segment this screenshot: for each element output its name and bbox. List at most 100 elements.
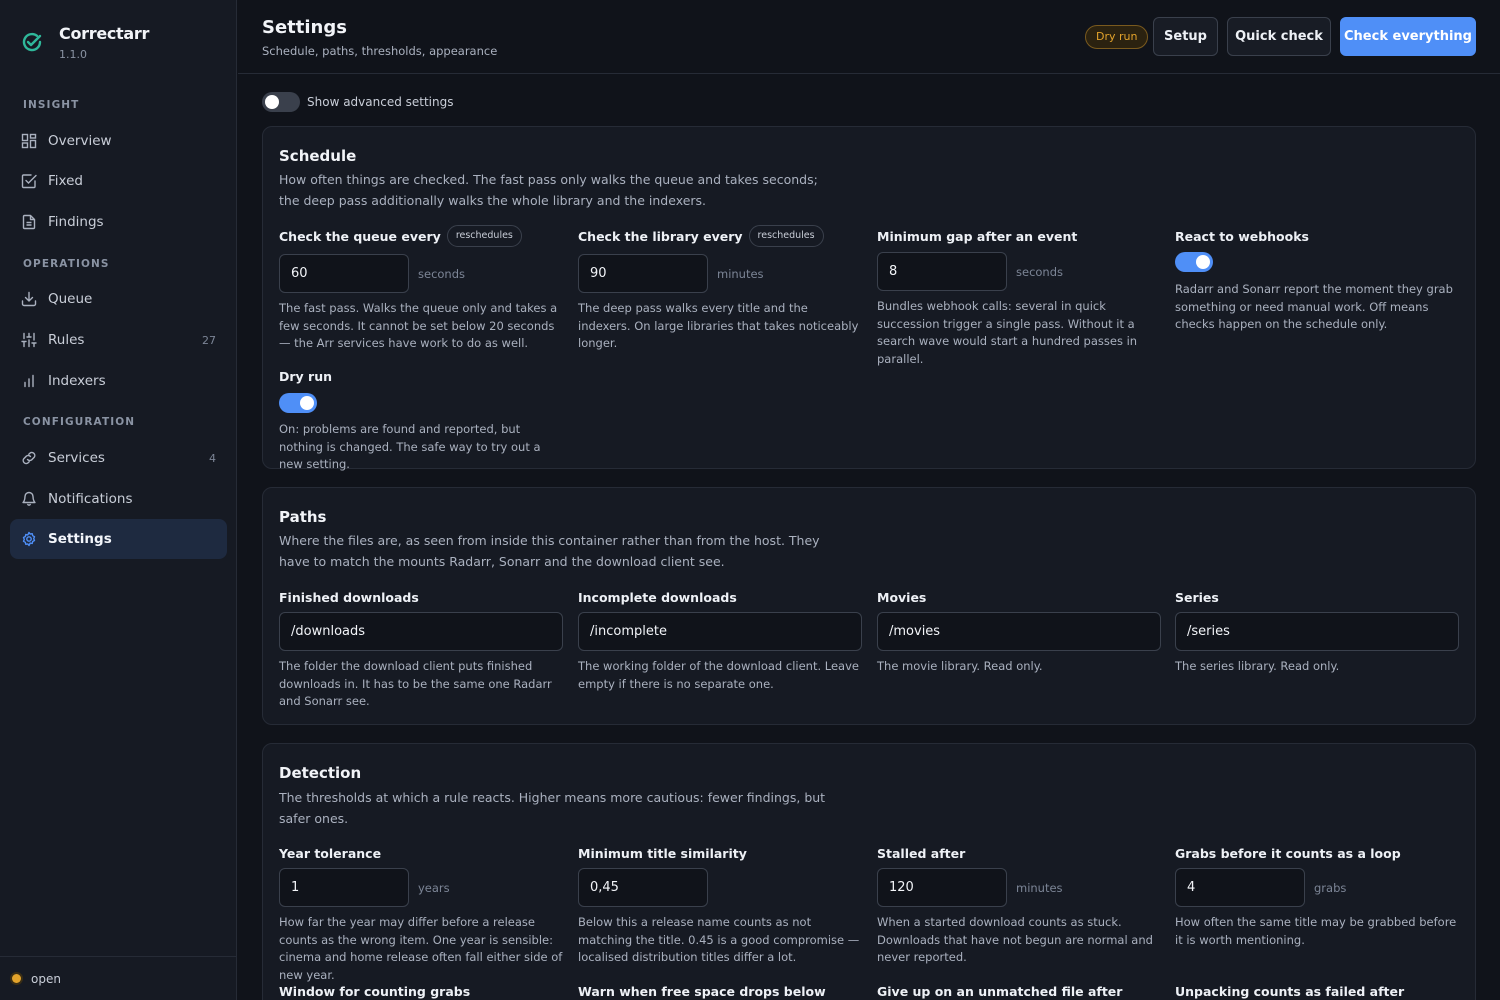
advanced-settings-toggle-row[interactable]: Show advanced settings [262,92,454,112]
queue-interval-help: The fast pass. Walks the queue only and … [279,301,558,350]
bell-icon [22,491,36,506]
sidebar-item-services[interactable]: Services 4 [10,438,227,478]
sidebar-item-label: Settings [48,531,112,547]
library-interval-help: The deep pass walks every title and the … [578,301,859,350]
sidebar-item-fixed[interactable]: Fixed [10,161,227,201]
movies-path-label: Movies [877,589,927,605]
paths-title: Paths [279,508,327,526]
sidebar-item-queue[interactable]: Queue [10,279,227,319]
incomplete-downloads-input[interactable]: /incomplete [578,612,862,651]
free-space-field: Warn when free space drops below [578,980,863,1000]
detection-description: The thresholds at which a rule reacts. H… [279,790,826,826]
setup-button[interactable]: Setup [1153,17,1218,56]
webhooks-toggle[interactable] [1175,252,1213,272]
nav-section-configuration: CONFIGURATION [23,416,136,428]
finished-downloads-label: Finished downloads [279,589,419,605]
grab-window-field: Window for counting grabs [279,980,564,1000]
sidebar-item-label: Overview [48,133,112,149]
sidebar-item-label: Findings [48,214,104,230]
stalled-after-unit: minutes [1016,880,1063,895]
grabs-loop-input[interactable]: 4 [1175,868,1305,907]
gear-icon [22,531,36,547]
min-gap-help: Bundles webhook calls: several in quick … [877,299,1138,366]
sidebar-item-overview[interactable]: Overview [10,121,227,161]
movies-path-field: Movies /movies The movie library. Read o… [877,586,1162,676]
schedule-description: How often things are checked. The fast p… [279,172,818,208]
grabs-loop-field: Grabs before it counts as a loop 4 grabs … [1175,842,1460,949]
grid-icon [21,133,37,149]
library-interval-label: Check the library every [578,228,743,244]
queue-interval-input[interactable]: 60 [279,254,409,293]
link-icon [22,451,36,465]
free-space-label: Warn when free space drops below [578,983,826,999]
stalled-after-help: When a started download counts as stuck.… [877,915,1153,964]
min-gap-label: Minimum gap after an event [877,228,1078,244]
sidebar-item-indexers[interactable]: Indexers [10,361,227,401]
movies-path-help: The movie library. Read only. [877,659,1043,673]
quick-check-button[interactable]: Quick check [1227,17,1331,56]
incomplete-downloads-help: The working folder of the download clien… [578,659,859,691]
min-gap-input[interactable]: 8 [877,252,1007,291]
sidebar-item-label: Fixed [48,173,83,189]
unpacking-failed-label: Unpacking counts as failed after [1175,983,1405,999]
library-interval-input[interactable]: 90 [578,254,708,293]
sidebar-item-rules[interactable]: Rules 27 [10,320,227,360]
sidebar-item-label: Indexers [48,373,106,389]
sidebar-item-settings[interactable]: Settings [10,519,227,559]
document-icon [22,214,36,230]
year-tolerance-field: Year tolerance 1 years How far the year m… [279,842,564,984]
dry-run-badge: Dry run [1085,25,1149,49]
sidebar-item-label: Rules [48,332,85,348]
sidebar: Correctarr 1.1.0 INSIGHT Overview Fixed … [0,0,237,1000]
series-path-field: Series /series The series library. Read … [1175,586,1460,676]
page-header: Settings Schedule, paths, thresholds, ap… [238,0,1500,74]
nav-section-operations: OPERATIONS [23,258,110,270]
movies-path-input[interactable]: /movies [877,612,1161,651]
queue-interval-unit: seconds [418,266,466,281]
sidebar-item-findings[interactable]: Findings [10,202,227,242]
services-count: 4 [209,451,216,465]
brand[interactable]: Correctarr 1.1.0 [20,24,149,61]
dry-run-help: On: problems are found and reported, but… [279,422,541,471]
queue-interval-field: Check the queue every reschedules 60 secon… [279,225,564,353]
check-everything-button[interactable]: Check everything [1340,17,1476,56]
webhooks-field: React to webhooks Radarr and Sonarr repo… [1175,225,1460,334]
grabs-loop-label: Grabs before it counts as a loop [1175,845,1401,861]
year-tolerance-unit: years [418,880,450,895]
title-similarity-input[interactable]: 0,45 [578,868,708,907]
webhooks-help: Radarr and Sonarr report the moment they… [1175,282,1453,331]
series-path-help: The series library. Read only. [1175,659,1340,673]
detection-title: Detection [279,764,362,782]
dry-run-field: Dry run On: problems are found and repor… [279,365,564,474]
reschedules-tag: reschedules [446,225,522,247]
library-interval-unit: minutes [717,266,764,281]
min-gap-field: Minimum gap after an event 8 seconds Bund… [877,225,1162,368]
schedule-title: Schedule [279,147,357,165]
sidebar-item-label: Queue [48,291,93,307]
status-dot [12,974,21,983]
finished-downloads-input[interactable]: /downloads [279,612,563,651]
min-gap-unit: seconds [1016,264,1064,279]
dry-run-toggle[interactable] [279,393,317,413]
year-tolerance-help: How far the year may differ before a rel… [279,915,563,982]
year-tolerance-input[interactable]: 1 [279,868,409,907]
webhooks-label: React to webhooks [1175,228,1309,244]
stalled-after-label: Stalled after [877,845,966,861]
title-similarity-field: Minimum title similarity 0,45 Below this… [578,842,863,967]
page-title: Settings [262,17,347,38]
finished-downloads-field: Finished downloads /downloads The folder… [279,586,564,711]
app-name: Correctarr [59,24,150,43]
stalled-after-input[interactable]: 120 [877,868,1007,907]
incomplete-downloads-field: Incomplete downloads /incomplete The wor… [578,586,863,693]
unmatched-file-label: Give up on an unmatched file after [877,983,1123,999]
series-path-label: Series [1175,589,1219,605]
grab-window-label: Window for counting grabs [279,983,471,999]
series-path-input[interactable]: /series [1175,612,1459,651]
reschedules-tag: reschedules [748,225,824,247]
dry-run-label: Dry run [279,368,333,384]
sidebar-item-notifications[interactable]: Notifications [10,479,227,519]
library-interval-field: Check the library every reschedules 90 min… [578,225,863,353]
logo-icon [22,32,42,52]
advanced-settings-toggle[interactable] [262,92,300,112]
bar-chart-icon [24,374,34,388]
